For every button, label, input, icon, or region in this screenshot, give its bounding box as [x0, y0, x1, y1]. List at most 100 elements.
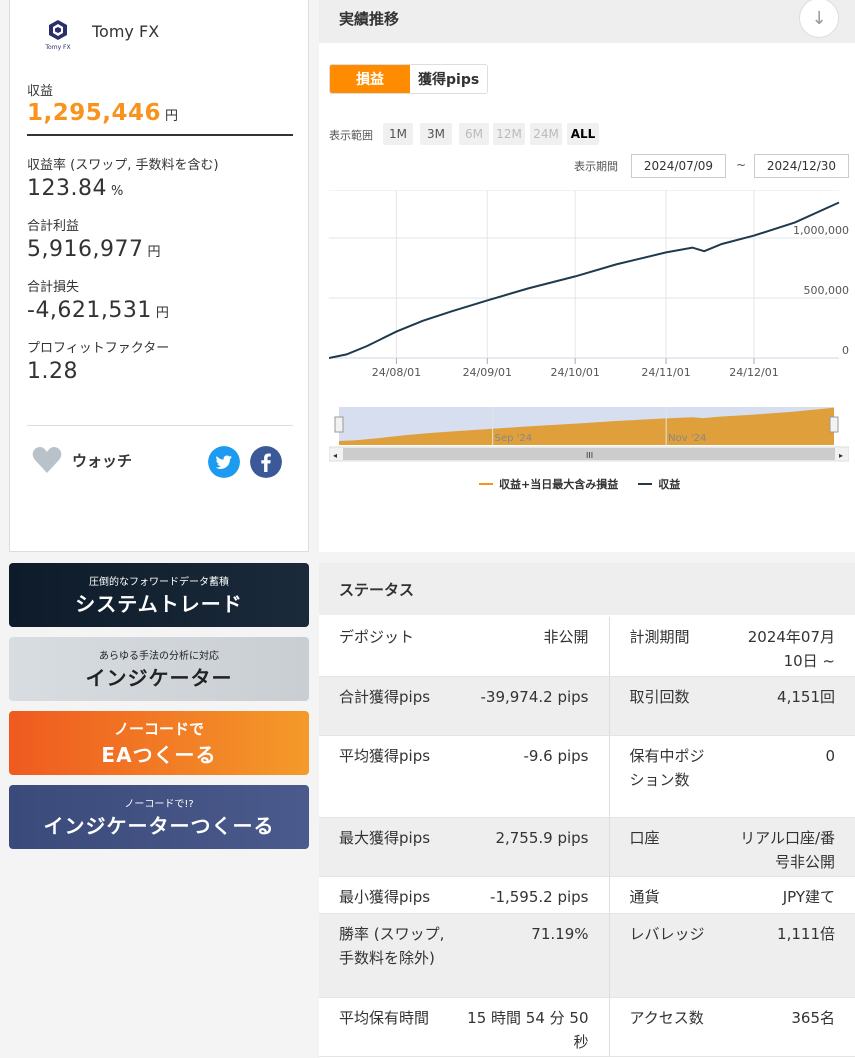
scroll-right-icon: ▸ — [839, 451, 843, 460]
performance-chart: 24/08/01 24/09/01 24/10/01 24/11/01 24/12/01… — [329, 190, 850, 462]
banner-subtitle: 圧倒的なフォワードデータ蓄積 — [89, 577, 229, 588]
range-3m[interactable]: 3M — [420, 123, 452, 145]
table-cell: 0 — [729, 735, 855, 818]
metric-toggle: 損益 獲得pips — [329, 64, 489, 94]
percent-unit: % — [110, 184, 124, 199]
watch-label: ウォッチ — [72, 451, 133, 470]
banner-subtitle: ノーコードで!? — [124, 799, 194, 810]
arrow-down-icon: ↓ — [811, 7, 827, 29]
rate-value-row: 123.84% — [27, 176, 124, 201]
scroll-grip-icon: III — [586, 451, 593, 460]
legend-item-profit[interactable]: 収益 — [638, 476, 680, 492]
status-title: ステータス — [339, 581, 415, 599]
banner-title: インジケーター — [85, 666, 233, 690]
end-date-input[interactable]: 2024/12/30 — [754, 154, 849, 178]
table-row: デポジット 非公開 計測期間 2024年07月10日 ~ — [319, 617, 855, 677]
table-cell: 保有中ポジション数 — [608, 735, 729, 818]
gross-profit-row: 5,916,977 円 — [27, 237, 161, 262]
table-cell: 非公開 — [459, 617, 609, 677]
table-cell: デポジット — [319, 617, 459, 677]
table-cell: 365名 — [729, 997, 855, 1057]
scroll-left-icon: ◂ — [333, 451, 337, 460]
table-cell: レバレッジ — [608, 913, 729, 998]
banner-title: システムトレード — [75, 592, 243, 616]
period-label: 表示期間 — [574, 160, 618, 173]
yen-unit: 円 — [147, 245, 161, 260]
range-6m[interactable]: 6M — [459, 123, 489, 145]
watch-button[interactable]: ウォッチ — [32, 446, 132, 474]
navigator-label: Sep '24 — [495, 433, 533, 444]
table-cell: -9.6 pips — [459, 735, 609, 818]
profit-factor-label: プロフィットファクター — [27, 341, 170, 356]
x-tick-label: 24/11/01 — [641, 366, 690, 379]
navigator-handle — [829, 416, 839, 433]
gross-loss-label: 合計損失 — [27, 280, 80, 295]
range-24m[interactable]: 24M — [530, 123, 562, 145]
range-all[interactable]: ALL — [567, 123, 599, 145]
series-line-profit — [329, 201, 840, 359]
panel-title: 実績推移 — [339, 10, 400, 28]
table-cell: 15 時間 54 分 50 秒 — [459, 997, 609, 1057]
table-cell: リアル口座/番号非公開 — [729, 817, 855, 877]
tomy-fx-logo: Tomy FX — [44, 20, 71, 51]
toggle-pips[interactable]: 獲得pips — [410, 65, 488, 93]
x-tick-label: 24/09/01 — [463, 366, 512, 379]
table-cell: 平均保有時間 — [319, 997, 459, 1057]
table-row: 合計獲得pips -39,974.2 pips 取引回数 4,151回 — [319, 676, 855, 736]
tilde: ~ — [736, 158, 747, 172]
y-tick-label: 0 — [842, 344, 849, 357]
gross-loss-row: -4,621,531 円 — [27, 298, 169, 323]
banner-subtitle: ノーコードで — [113, 720, 204, 738]
twitter-icon[interactable] — [208, 446, 240, 478]
table-cell: 71.19% — [459, 913, 609, 998]
banner-indicator-tsukuru[interactable]: ノーコードで!? インジケーターつくーる — [9, 785, 309, 849]
table-cell: 最大獲得pips — [319, 817, 459, 877]
status-panel: ステータス デポジット 非公開 計測期間 2024年07月10日 ~ 合計獲得pips -… — [319, 563, 855, 1058]
download-button[interactable]: ↓ — [799, 0, 839, 38]
rate-value: 123.84 — [27, 176, 107, 201]
range-12m[interactable]: 12M — [493, 123, 525, 145]
rate-label: 収益率 (スワップ, 手数料を含む) — [27, 158, 219, 173]
range-1m[interactable]: 1M — [383, 123, 413, 145]
performance-panel: 実績推移 ↓ 損益 獲得pips 表示範囲 1M 3M 6M 12M 24M A… — [319, 0, 855, 552]
navigator-handle — [334, 416, 344, 433]
toggle-profit[interactable]: 損益 — [330, 65, 410, 93]
table-row: 平均保有時間 15 時間 54 分 50 秒アクセス数 365名 — [319, 997, 855, 1057]
table-cell: 1,111倍 — [729, 913, 855, 998]
profile-name[interactable]: Tomy FX — [92, 22, 159, 41]
banner-indicator[interactable]: あらゆる手法の分析に対応 インジケーター — [9, 637, 309, 701]
start-date-input[interactable]: 2024/07/09 — [631, 154, 726, 178]
legend-label: 収益 — [658, 478, 681, 491]
banner-title: インジケーターつくーる — [43, 814, 275, 838]
status-table: デポジット 非公開 計測期間 2024年07月10日 ~ 合計獲得pips -39,974… — [319, 617, 855, 1057]
banner-system-trade[interactable]: 圧倒的なフォワードデータ蓄積 システムトレード — [9, 563, 309, 627]
table-row: 平均獲得pips -9.6 pips 保有中ポジション数 0 — [319, 735, 855, 818]
facebook-icon[interactable] — [250, 446, 282, 478]
table-cell: 最小獲得pips — [319, 876, 459, 914]
x-tick-label: 24/10/01 — [551, 366, 600, 379]
status-header: ステータス — [319, 563, 855, 615]
profit-value: 1,295,446 — [27, 100, 161, 126]
panel-header: 実績推移 ↓ — [319, 0, 855, 43]
table-cell: -39,974.2 pips — [459, 676, 609, 736]
legend-label: 収益+当日最大含み損益 — [499, 478, 619, 491]
divider — [27, 134, 293, 136]
gross-loss-value: -4,621,531 — [27, 298, 152, 323]
range-label: 表示範囲 — [329, 129, 373, 142]
profit-label: 収益 — [27, 84, 54, 99]
banner-ea-tsukuru[interactable]: ノーコードで EAつくーる — [9, 711, 309, 775]
legend-item-equity[interactable]: 収益+当日最大含み損益 — [479, 476, 618, 492]
navigator-label: Nov '24 — [668, 433, 706, 444]
banner-title: EAつくーる — [101, 743, 217, 767]
chart-legend: 収益+当日最大含み損益 収益 — [479, 476, 680, 492]
table-cell: 4,151回 — [729, 676, 855, 736]
y-tick-label: 500,000 — [804, 284, 850, 297]
table-cell: 勝率 (スワップ, 手数料を除外) — [319, 913, 459, 998]
table-cell: 合計獲得pips — [319, 676, 459, 736]
table-cell: 2024年07月10日 ~ — [729, 617, 855, 677]
table-row: 最小獲得pips -1,595.2 pips 通貨 JPY建て — [319, 876, 855, 914]
yen-unit: 円 — [155, 306, 170, 321]
profit-factor-value: 1.28 — [27, 359, 78, 384]
profit-value-row: 1,295,446 円 — [27, 100, 179, 126]
table-row: 最大獲得pips 2,755.9 pips 口座 リアル口座/番号非公開 — [319, 817, 855, 877]
